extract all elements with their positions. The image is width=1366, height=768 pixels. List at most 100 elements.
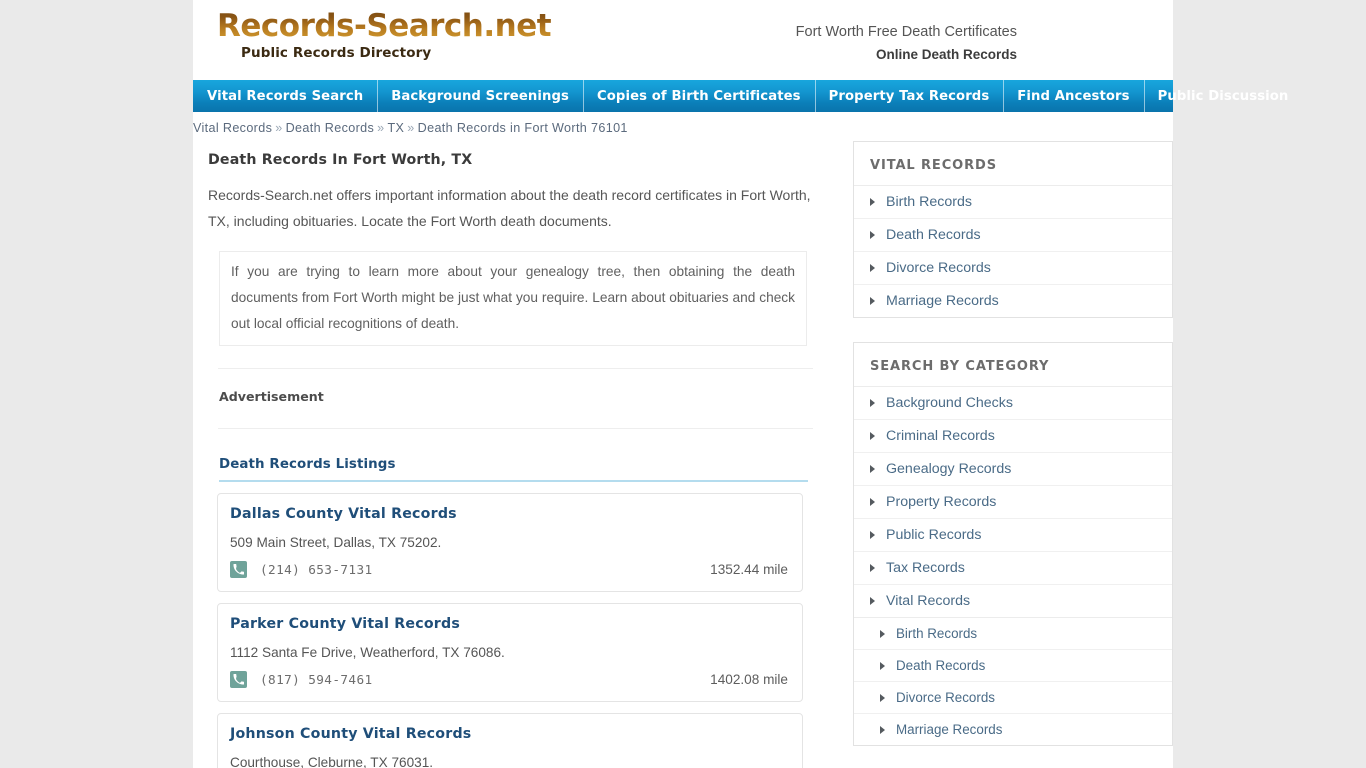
listing-phone-row: (214) 653-7131 — [230, 561, 788, 578]
chevron-right-icon — [870, 399, 875, 407]
sidebar-item-divorce-records[interactable]: Divorce Records — [854, 252, 1172, 285]
sidebar-sublist-vital-records: Birth Records Death Records Divorce Reco… — [854, 618, 1172, 745]
listing-distance: 1352.44 mile — [710, 562, 788, 577]
breadcrumb: Vital Records» Death Records» TX» Death Rec… — [193, 112, 1173, 141]
chevron-right-icon — [880, 693, 885, 702]
sidebar-item-label: Background Checks — [886, 395, 1013, 411]
listing-title[interactable]: Dallas County Vital Records — [230, 506, 788, 522]
breadcrumb-separator: » — [377, 121, 385, 135]
chevron-right-icon — [870, 198, 875, 206]
breadcrumb-item-vital-records[interactable]: Vital Records — [193, 121, 272, 135]
logo-tagline: Public Records Directory — [241, 45, 432, 61]
sidebar-list-categories: Background Checks Criminal Records Genea… — [854, 387, 1172, 617]
listing-phone-row: (817) 594-7461 — [230, 671, 788, 688]
sidebar-item-label: Birth Records — [886, 194, 972, 210]
nav-item-find-ancestors[interactable]: Find Ancestors — [1003, 80, 1143, 112]
sidebar-item-marriage-records[interactable]: Marriage Records — [854, 285, 1172, 317]
nav-item-copies-of-birth-certificates[interactable]: Copies of Birth Certificates — [582, 80, 815, 112]
chevron-right-icon — [880, 725, 885, 734]
sidebar-item-birth-records[interactable]: Birth Records — [854, 186, 1172, 219]
listing-card[interactable]: Parker County Vital Records 1112 Santa F… — [217, 603, 803, 702]
chevron-right-icon — [870, 297, 875, 305]
advertisement-label: Advertisement — [219, 389, 324, 404]
sidebar-subsection-vital-records: Birth Records Death Records Divorce Reco… — [854, 617, 1172, 745]
sidebar-item-background-checks[interactable]: Background Checks — [854, 387, 1172, 420]
advertisement-slot — [208, 404, 823, 428]
chevron-right-icon — [880, 661, 885, 670]
sidebar-item-label: Property Records — [886, 494, 997, 510]
sidebar-item-label: Marriage Records — [886, 293, 999, 309]
sidebar-item-property-records[interactable]: Property Records — [854, 486, 1172, 519]
listing-address: 1112 Santa Fe Drive, Weatherford, TX 760… — [230, 645, 505, 660]
breadcrumb-item-tx[interactable]: TX — [388, 121, 405, 135]
main-column: Death Records In Fort Worth, TX Records-… — [193, 141, 823, 768]
chevron-right-icon — [870, 432, 875, 440]
sidebar-item-label: Public Records — [886, 527, 982, 543]
sidebar-item-vital-records[interactable]: Vital Records — [854, 585, 1172, 617]
nav-item-property-tax-records[interactable]: Property Tax Records — [814, 80, 1004, 112]
phone-icon — [230, 671, 247, 688]
chevron-right-icon — [870, 231, 875, 239]
nav-item-vital-records-search[interactable]: Vital Records Search — [193, 80, 377, 112]
sidebar-item-genealogy-records[interactable]: Genealogy Records — [854, 453, 1172, 486]
listings-section-title: Death Records Listings — [219, 457, 396, 472]
nav-item-background-screenings[interactable]: Background Screenings — [377, 80, 583, 112]
sidebar-item-label: Criminal Records — [886, 428, 995, 444]
chevron-right-icon — [870, 498, 875, 506]
intro-paragraph: Records-Search.net offers important info… — [208, 187, 811, 229]
listing-distance: 1402.08 mile — [710, 672, 788, 687]
breadcrumb-separator: » — [407, 121, 415, 135]
site-container: Records-Search.net Public Records Direct… — [193, 0, 1288, 768]
sidebar-item-tax-records[interactable]: Tax Records — [854, 552, 1172, 585]
sidebar-box-search-by-category: SEARCH BY CATEGORY Background Checks Cri… — [853, 342, 1173, 746]
chevron-right-icon — [870, 264, 875, 272]
phone-icon — [230, 561, 247, 578]
page-root: Records-Search.net Public Records Direct… — [0, 0, 1366, 768]
listing-phone[interactable]: (817) 594-7461 — [260, 672, 373, 687]
header-subtagline: Online Death Records — [875, 47, 1017, 62]
main-navigation: Vital Records Search Background Screenin… — [193, 80, 1288, 112]
site-logo[interactable]: Records-Search.net Public Records Direct… — [217, 8, 657, 61]
listings-section-header: Death Records Listings — [219, 455, 808, 482]
sidebar-subitem-divorce-records[interactable]: Divorce Records — [854, 682, 1172, 714]
listing-card[interactable]: Johnson County Vital Records Courthouse,… — [217, 713, 803, 768]
breadcrumb-separator: » — [275, 121, 283, 135]
sidebar-subitem-label: Death Records — [896, 658, 986, 673]
header-tagline: Fort Worth Free Death Certificates — [795, 24, 1017, 40]
sidebar-subitem-marriage-records[interactable]: Marriage Records — [854, 714, 1172, 745]
site-header: Records-Search.net Public Records Direct… — [193, 0, 1173, 80]
chevron-right-icon — [880, 629, 885, 638]
sidebar-item-label: Divorce Records — [886, 260, 991, 276]
page-title: Death Records In Fort Worth, TX — [208, 152, 473, 168]
listing-title[interactable]: Johnson County Vital Records — [230, 726, 788, 742]
sidebar-item-criminal-records[interactable]: Criminal Records — [854, 420, 1172, 453]
listing-phone[interactable]: (214) 653-7131 — [260, 562, 373, 577]
chevron-right-icon — [870, 531, 875, 539]
sidebar-item-label: Tax Records — [886, 560, 965, 576]
header-tagline-block: Fort Worth Free Death Certificates Onlin… — [796, 22, 1017, 65]
highlight-paragraph: If you are trying to learn more about yo… — [219, 251, 807, 346]
logo-wordmark: Records-Search.net — [217, 8, 657, 44]
sidebar-subitem-death-records[interactable]: Death Records — [854, 650, 1172, 682]
chevron-right-icon — [870, 465, 875, 473]
sidebar-list-vital-records: Birth Records Death Records Divorce Reco… — [854, 186, 1172, 317]
breadcrumb-item-current: Death Records in Fort Worth 76101 — [417, 121, 628, 135]
divider-above-ad — [218, 368, 813, 369]
sidebar-subitem-birth-records[interactable]: Birth Records — [854, 618, 1172, 650]
nav-item-public-discussion[interactable]: Public Discussion — [1143, 80, 1303, 112]
sidebar-title-search-by-category: SEARCH BY CATEGORY — [854, 343, 1172, 387]
sidebar-item-label: Vital Records — [886, 593, 971, 609]
sidebar-item-public-records[interactable]: Public Records — [854, 519, 1172, 552]
chevron-right-icon — [870, 564, 875, 572]
breadcrumb-item-death-records[interactable]: Death Records — [286, 121, 375, 135]
sidebar-box-vital-records: VITAL RECORDS Birth Records Death Record… — [853, 141, 1173, 318]
listing-address: 509 Main Street, Dallas, TX 75202. — [230, 535, 442, 550]
listing-title[interactable]: Parker County Vital Records — [230, 616, 788, 632]
listing-card[interactable]: Dallas County Vital Records 509 Main Str… — [217, 493, 803, 592]
sidebar-item-death-records[interactable]: Death Records — [854, 219, 1172, 252]
sidebar: VITAL RECORDS Birth Records Death Record… — [853, 141, 1173, 768]
sidebar-item-label: Genealogy Records — [886, 461, 1012, 477]
sidebar-title-vital-records: VITAL RECORDS — [854, 142, 1172, 186]
sidebar-item-label: Death Records — [886, 227, 981, 243]
sidebar-subitem-label: Marriage Records — [896, 722, 1003, 737]
